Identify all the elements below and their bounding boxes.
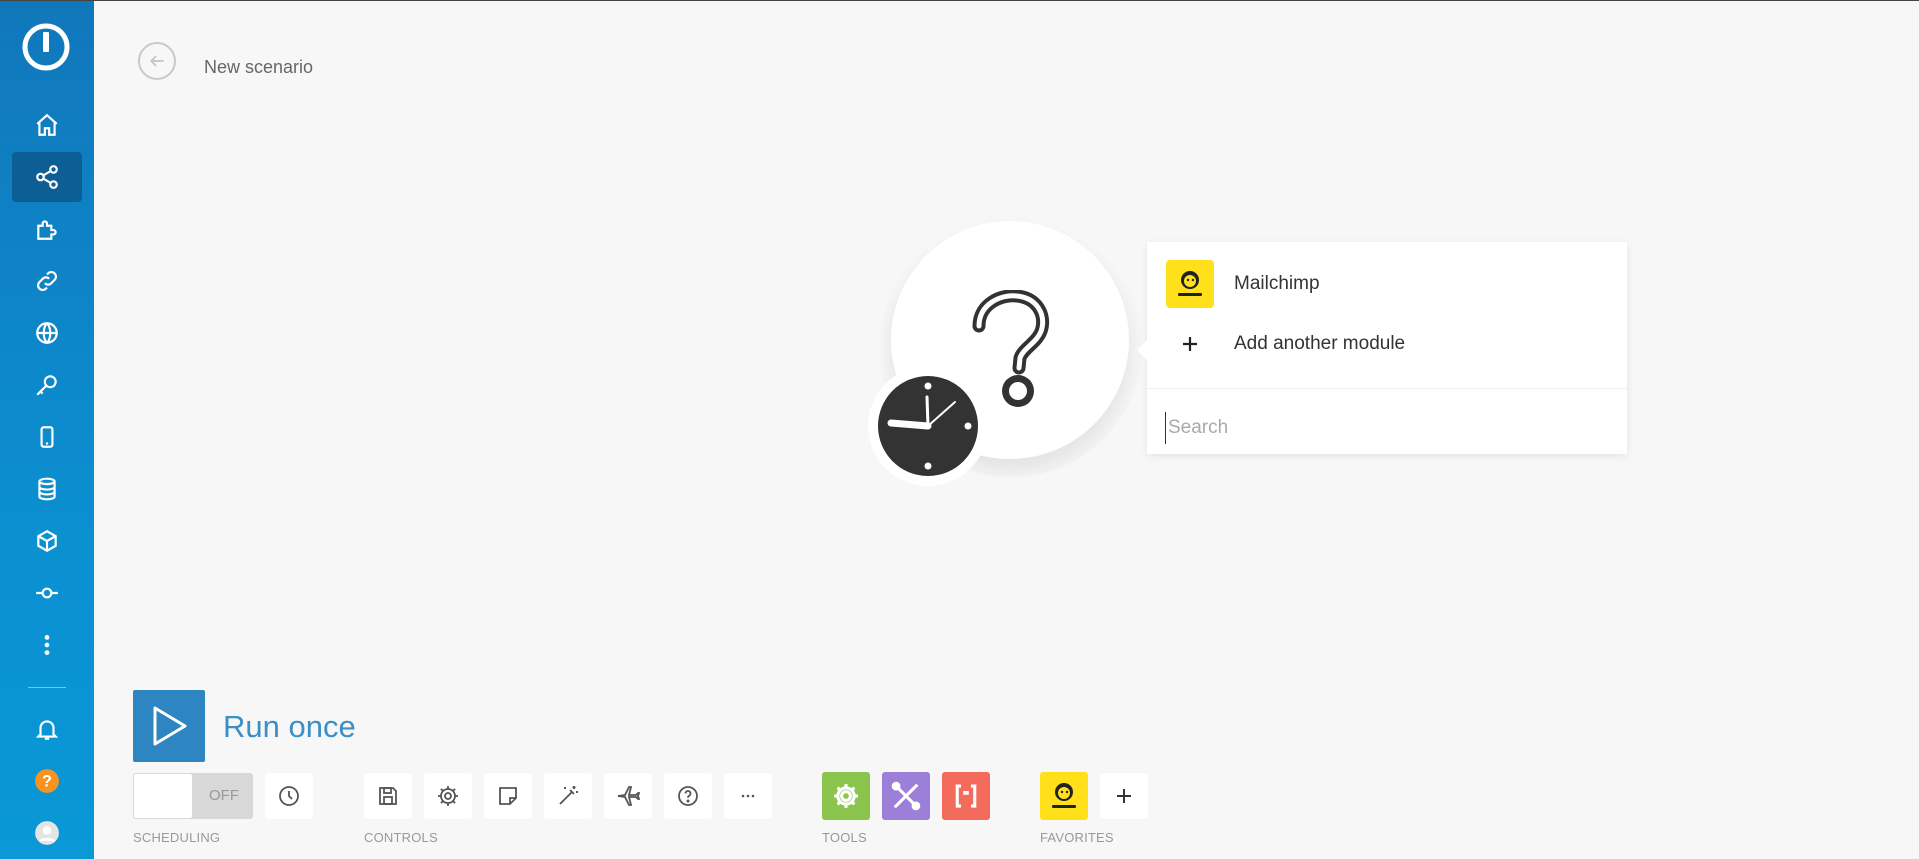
commit-icon (36, 587, 58, 599)
add-favorite-button[interactable] (1100, 773, 1148, 819)
sidebar: ? (0, 1, 94, 859)
sidebar-item-data-stores[interactable] (12, 464, 82, 514)
back-button[interactable] (138, 42, 176, 80)
clock-icon (279, 786, 299, 806)
sidebar-item-more[interactable] (12, 620, 82, 670)
sidebar-item-connections[interactable] (12, 256, 82, 306)
sidebar-item-home[interactable] (12, 100, 82, 150)
note-icon (499, 787, 517, 805)
database-icon (38, 477, 56, 501)
home-icon (36, 113, 58, 136)
popup-divider (1147, 388, 1627, 389)
toggle-knob (134, 774, 192, 818)
sidebar-item-webhooks[interactable] (12, 308, 82, 358)
scheduling-section-label: SCHEDULING (133, 830, 221, 845)
tools-button[interactable] (882, 772, 930, 820)
plus-icon (1166, 320, 1214, 368)
more-controls-button[interactable] (724, 773, 772, 819)
controls-section-label: CONTROLS (364, 830, 438, 845)
tools-icon (891, 781, 921, 811)
more-horizontal-icon (741, 794, 755, 798)
scenario-title[interactable]: New scenario (204, 57, 313, 78)
sidebar-item-templates[interactable] (12, 204, 82, 254)
text-parser-icon (955, 784, 977, 808)
play-icon (153, 706, 187, 746)
add-another-module-option[interactable]: Add another module (1147, 316, 1627, 372)
sidebar-item-data-structures[interactable] (12, 516, 82, 566)
mailchimp-icon (1166, 260, 1214, 308)
scheduling-toggle[interactable]: OFF (133, 773, 253, 819)
run-once-label[interactable]: Run once (223, 709, 356, 745)
key-icon (36, 375, 57, 396)
module-picker-popup: Mailchimp Add another module (1137, 242, 1627, 454)
airplane-icon (617, 786, 640, 806)
text-parser-button[interactable] (942, 772, 990, 820)
tools-section-label: TOOLS (822, 830, 867, 845)
help-button[interactable] (664, 773, 712, 819)
auto-align-button[interactable] (544, 773, 592, 819)
help-icon (678, 786, 698, 806)
puzzle-icon (37, 220, 57, 240)
favorites-section-label: FAVORITES (1040, 830, 1114, 845)
sidebar-item-profile[interactable] (12, 808, 82, 858)
cube-icon (37, 530, 57, 552)
module-option-label: Mailchimp (1234, 273, 1320, 294)
mailchimp-icon (1052, 783, 1076, 808)
module-search-input[interactable] (1165, 412, 1610, 444)
toggle-state-label: OFF (209, 787, 239, 804)
sidebar-item-help[interactable]: ? (12, 756, 82, 806)
more-vertical-icon (44, 635, 50, 655)
clock-icon[interactable] (877, 375, 979, 477)
top-border (0, 0, 1919, 1)
share-icon (36, 165, 58, 189)
schedule-settings-button[interactable] (265, 773, 313, 819)
globe-icon (36, 322, 58, 345)
save-icon (379, 787, 397, 805)
explain-flow-button[interactable] (604, 773, 652, 819)
add-module-label: Add another module (1234, 333, 1406, 354)
svg-text:?: ? (42, 772, 52, 790)
sidebar-divider (28, 687, 66, 688)
gear-icon (438, 786, 458, 806)
flow-control-icon (834, 784, 858, 808)
run-once-button[interactable] (133, 690, 205, 762)
scenario-settings-button[interactable] (424, 773, 472, 819)
sidebar-item-notifications[interactable] (12, 704, 82, 754)
favorite-mailchimp-button[interactable] (1040, 772, 1088, 820)
save-button[interactable] (364, 773, 412, 819)
make-logo-icon[interactable] (22, 23, 70, 71)
magic-wand-icon (559, 786, 578, 805)
avatar-icon (35, 821, 59, 845)
arrow-left-icon (149, 55, 164, 67)
notes-button[interactable] (484, 773, 532, 819)
module-option-mailchimp[interactable]: Mailchimp (1147, 256, 1627, 312)
sidebar-item-scenarios[interactable] (12, 152, 82, 202)
sidebar-item-keys[interactable] (12, 360, 82, 410)
link-icon (37, 271, 57, 291)
help-icon: ? (35, 769, 59, 793)
sidebar-item-custom-apps[interactable] (12, 568, 82, 618)
flow-control-button[interactable] (822, 772, 870, 820)
bell-icon (35, 720, 59, 740)
mobile-icon (40, 426, 54, 448)
sidebar-item-devices[interactable] (12, 412, 82, 462)
plus-icon (1117, 789, 1131, 803)
